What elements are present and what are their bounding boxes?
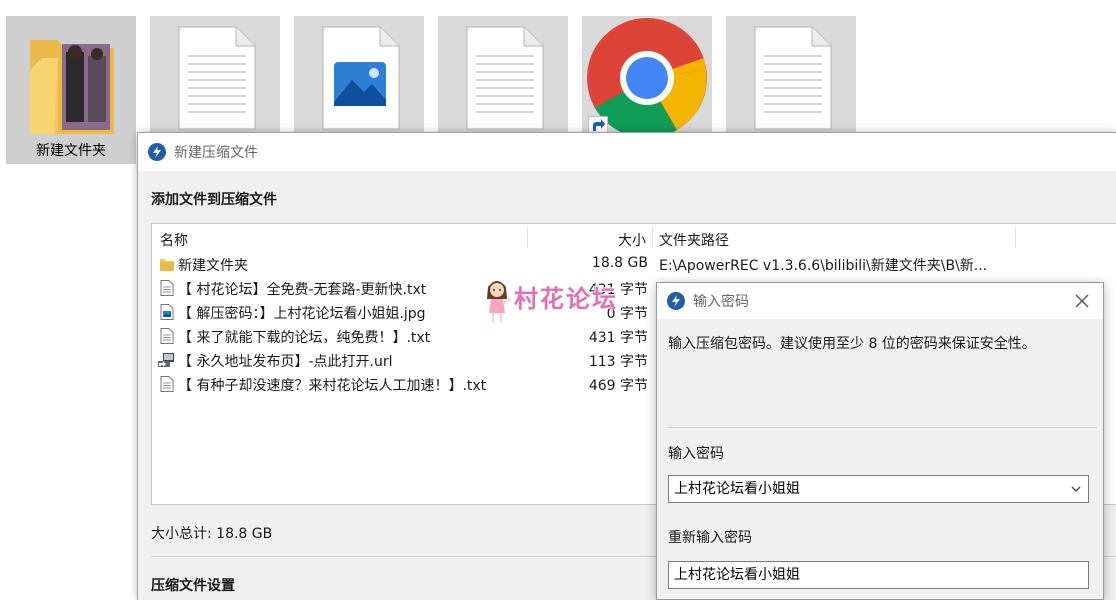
app-logo-icon [148, 143, 166, 161]
file-name: 【 解压密码：】上村花论坛看小姐姐.jpg [178, 306, 426, 322]
file-size: 431 字节 [588, 330, 648, 346]
window-title: 新建压缩文件 [174, 145, 258, 161]
password-value: 上村花论坛看小姐姐 [674, 481, 800, 497]
column-divider[interactable] [527, 226, 528, 248]
screen: 新建文件夹 新建压缩文件 添加文件到压缩文件 名称 大小 文件夹路径 新建文件夹… [0, 0, 1116, 600]
section-archive-settings: 压缩文件设置 [151, 578, 235, 594]
password-field[interactable]: 上村花论坛看小姐姐 [668, 475, 1089, 503]
column-header-name[interactable]: 名称 [160, 230, 188, 250]
confirm-password-field[interactable]: 上村花论坛看小姐姐 [668, 561, 1089, 589]
image-file-icon [160, 304, 174, 320]
text-file-icon [754, 26, 832, 130]
image-file-icon [322, 26, 400, 130]
watermark-text: 村花论坛 [514, 285, 618, 313]
column-header-path[interactable]: 文件夹路径 [659, 230, 729, 250]
text-file-icon [178, 26, 256, 130]
close-icon[interactable] [1073, 292, 1091, 310]
dialog-title: 输入密码 [693, 294, 749, 310]
desktop-icon-label: 新建文件夹 [36, 143, 106, 159]
password-dialog: 输入密码 输入压缩包密码。建议使用至少 8 位的密码来保证安全性。 输入密码 上… [656, 282, 1104, 600]
file-name: 【 有种子却没速度？来村花论坛人工加速！】.txt [178, 378, 487, 394]
chevron-down-icon[interactable] [1070, 483, 1082, 495]
text-file-icon [160, 280, 174, 296]
folder-icon [160, 259, 174, 271]
window-titlebar[interactable]: 新建压缩文件 [138, 133, 1116, 171]
section-add-files: 添加文件到压缩文件 [151, 192, 277, 208]
text-file-icon [160, 376, 174, 392]
password-label: 输入密码 [668, 446, 724, 462]
url-shortcut-icon [158, 353, 174, 367]
divider [668, 427, 1097, 428]
column-divider[interactable] [652, 226, 653, 248]
file-size: 469 字节 [588, 378, 648, 394]
file-size: 18.8 GB [591, 255, 648, 271]
column-header-size[interactable]: 大小 [618, 230, 646, 250]
dialog-titlebar[interactable]: 输入密码 [657, 283, 1103, 319]
text-file-icon [160, 328, 174, 344]
confirm-password-label: 重新输入密码 [668, 530, 752, 546]
watermark: 村花论坛 [482, 277, 642, 327]
file-path: E:\ApowerREC v1.3.6.6\bilibili\新建文件夹\B\新… [659, 258, 988, 274]
dialog-description: 输入压缩包密码。建议使用至少 8 位的密码来保证安全性。 [668, 336, 1036, 352]
folder-icon [30, 40, 114, 134]
column-divider[interactable] [1015, 226, 1016, 248]
file-name: 新建文件夹 [178, 258, 248, 274]
text-file-icon [466, 26, 544, 130]
file-name: 【 村花论坛】全免费-无套路-更新快.txt [178, 282, 427, 298]
file-name: 【 来了就能下载的论坛，纯免费！】.txt [178, 330, 431, 346]
confirm-password-value: 上村花论坛看小姐姐 [674, 567, 800, 583]
cartoon-girl-icon [487, 281, 512, 323]
file-row[interactable]: 新建文件夹 18.8 GB E:\ApowerREC v1.3.6.6\bili… [152, 252, 1116, 276]
desktop-folder-icon[interactable]: 新建文件夹 [6, 16, 136, 164]
total-size: 大小总计: 18.8 GB [151, 526, 273, 542]
app-logo-icon [667, 292, 685, 310]
file-size: 113 字节 [588, 354, 648, 370]
file-name: 【 永久地址发布页】-点此打开.url [178, 354, 393, 370]
